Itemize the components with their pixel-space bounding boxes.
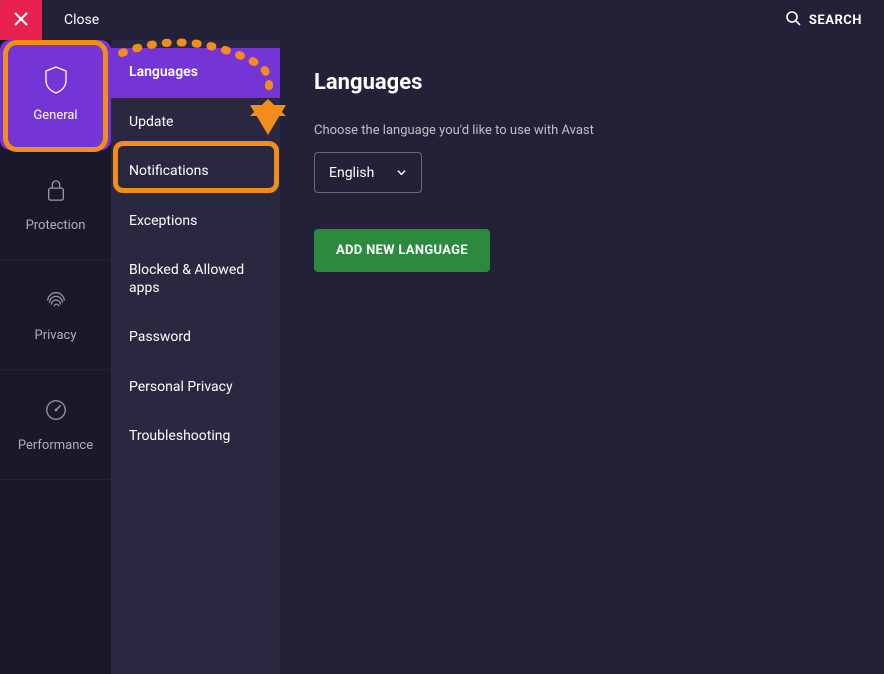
sidebar-tab-label: General — [33, 108, 77, 123]
close-label[interactable]: Close — [64, 12, 99, 28]
subnav-item-update[interactable]: Update — [111, 98, 280, 148]
subnav-item-notifications[interactable]: Notifications — [111, 147, 280, 197]
subnav-item-troubleshooting[interactable]: Troubleshooting — [111, 412, 280, 462]
subnav-item-exceptions[interactable]: Exceptions — [111, 197, 280, 247]
sidebar-primary: General Protection Privacy Per — [0, 40, 111, 674]
lock-icon — [42, 176, 70, 204]
sidebar-secondary: Languages Update Notifications Exception… — [111, 40, 280, 674]
sidebar-tab-privacy[interactable]: Privacy — [0, 260, 111, 370]
sidebar-tab-label: Privacy — [35, 328, 77, 343]
topbar: Close SEARCH — [0, 0, 884, 40]
search-icon — [785, 10, 809, 30]
search-label: SEARCH — [809, 13, 862, 28]
add-language-button[interactable]: ADD NEW LANGUAGE — [314, 229, 490, 272]
language-dropdown-value: English — [329, 165, 374, 181]
sidebar-tab-label: Performance — [18, 438, 93, 453]
sidebar-tab-protection[interactable]: Protection — [0, 150, 111, 260]
close-icon — [14, 11, 28, 30]
page-title: Languages — [314, 70, 850, 95]
shield-icon — [42, 66, 70, 94]
subnav-item-password[interactable]: Password — [111, 313, 280, 363]
language-dropdown[interactable]: English — [314, 152, 422, 193]
sidebar-tab-label: Protection — [26, 218, 86, 233]
page-subtitle: Choose the language you'd like to use wi… — [314, 123, 850, 138]
gauge-icon — [42, 396, 70, 424]
search-button[interactable]: SEARCH — [785, 10, 862, 30]
chevron-down-icon — [396, 163, 407, 182]
sidebar-tab-general[interactable]: General — [0, 40, 111, 150]
subnav-item-blocked-allowed[interactable]: Blocked & Allowed apps — [111, 246, 280, 313]
main-panel: Languages Choose the language you'd like… — [280, 40, 884, 674]
subnav-item-personal-privacy[interactable]: Personal Privacy — [111, 363, 280, 413]
close-button[interactable] — [0, 0, 42, 40]
sidebar-tab-performance[interactable]: Performance — [0, 370, 111, 480]
subnav-item-languages[interactable]: Languages — [111, 48, 280, 98]
fingerprint-icon — [42, 286, 70, 314]
